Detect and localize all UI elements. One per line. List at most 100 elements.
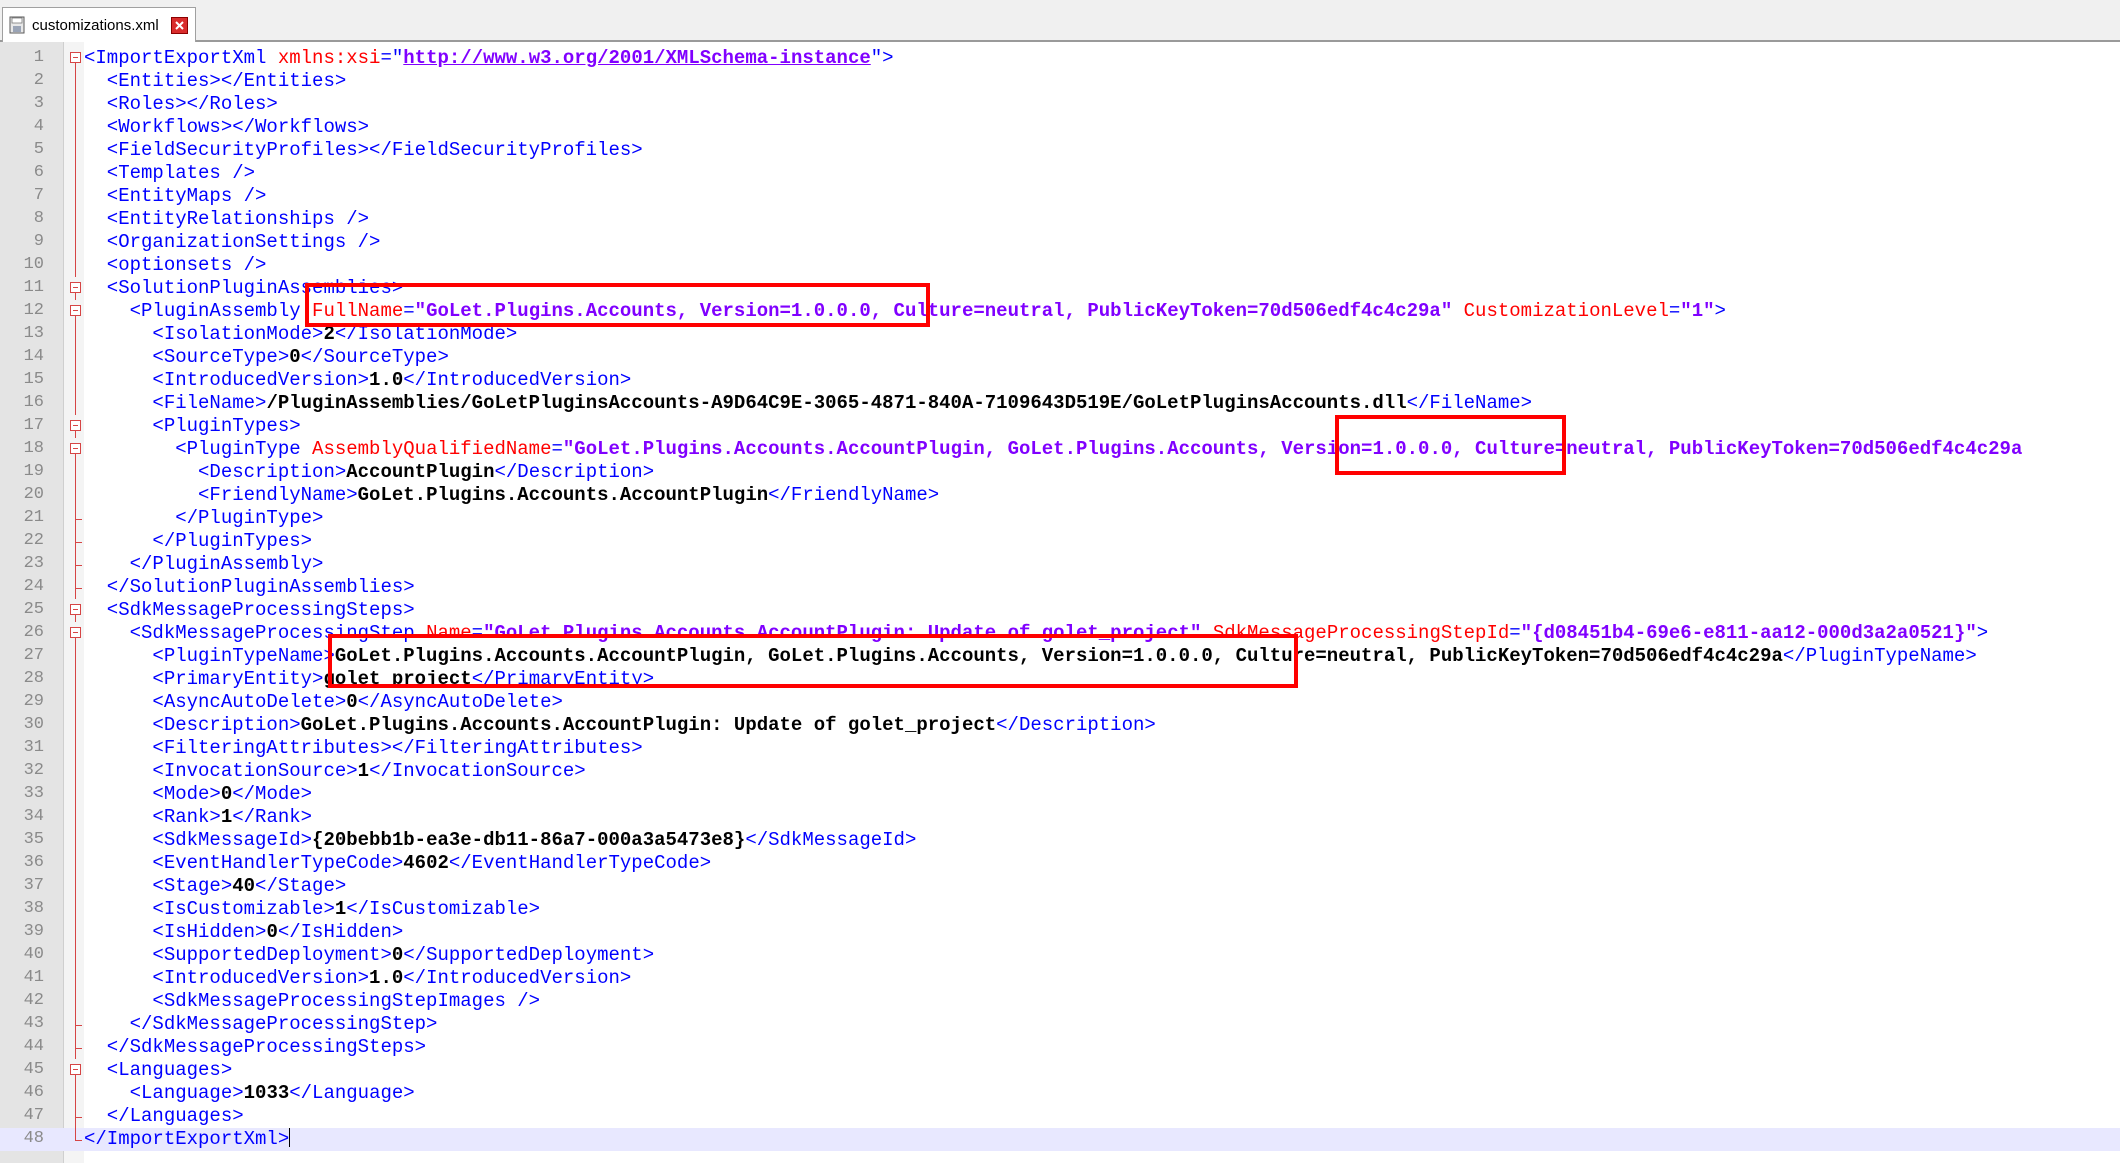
code-line[interactable]: 34 <Rank>1</Rank> xyxy=(0,806,2120,829)
code-line[interactable]: 25 <SdkMessageProcessingSteps> xyxy=(0,599,2120,622)
code-line[interactable]: 3 <Roles></Roles> xyxy=(0,93,2120,116)
code-token: </PluginTypeName> xyxy=(1782,645,1977,667)
code-token: </SupportedDeployment> xyxy=(403,944,655,966)
code-line[interactable]: 29 <AsyncAutoDelete>0</AsyncAutoDelete> xyxy=(0,691,2120,714)
code-editor[interactable]: 1 <ImportExportXml xmlns:xsi="http://www.… xyxy=(0,42,2120,1163)
fold-line-icon xyxy=(68,668,84,691)
code-line[interactable]: 33 <Mode>0</Mode> xyxy=(0,783,2120,806)
code-text: <SdkMessageProcessingSteps> xyxy=(84,599,415,622)
fold-toggle-icon[interactable] xyxy=(68,277,84,300)
code-line[interactable]: 11 <SolutionPluginAssemblies> xyxy=(0,277,2120,300)
code-token: {20bebb1b-ea3e-db11-86a7-000a3a5473e8} xyxy=(312,829,746,851)
code-line[interactable]: 13 <IsolationMode>2</IsolationMode> xyxy=(0,323,2120,346)
code-token: "GoLet.Plugins.Accounts, Version=1.0.0.0… xyxy=(414,300,1453,322)
code-token: 1 xyxy=(357,760,370,782)
code-line[interactable]: 21 </PluginType> xyxy=(0,507,2120,530)
code-line[interactable]: 45 <Languages> xyxy=(0,1059,2120,1082)
line-number: 11 xyxy=(23,278,44,297)
code-line[interactable]: 18 <PluginType AssemblyQualifiedName="Go… xyxy=(0,438,2120,461)
code-line[interactable]: 22 </PluginTypes> xyxy=(0,530,2120,553)
fold-toggle-icon[interactable] xyxy=(68,622,84,645)
save-file-icon xyxy=(9,16,25,34)
fold-toggle-icon[interactable] xyxy=(68,47,84,70)
line-number: 12 xyxy=(23,301,44,320)
line-number: 28 xyxy=(23,669,44,688)
fold-toggle-icon[interactable] xyxy=(68,438,84,461)
code-line[interactable]: 31 <FilteringAttributes></FilteringAttri… xyxy=(0,737,2120,760)
code-token: <Entities></Entities> xyxy=(84,70,347,92)
fold-toggle-icon[interactable] xyxy=(68,1059,84,1082)
code-line[interactable]: 48 </ImportExportXml> xyxy=(0,1128,2120,1151)
code-text: <Templates /> xyxy=(84,162,255,185)
code-line[interactable]: 43 </SdkMessageProcessingStep> xyxy=(0,1013,2120,1036)
code-line[interactable]: 14 <SourceType>0</SourceType> xyxy=(0,346,2120,369)
fold-line-icon xyxy=(68,392,84,415)
tab-title: customizations.xml xyxy=(32,16,159,34)
code-line[interactable]: 2 <Entities></Entities> xyxy=(0,70,2120,93)
code-line[interactable]: 30 <Description>GoLet.Plugins.Accounts.A… xyxy=(0,714,2120,737)
code-line[interactable]: 28 <PrimaryEntity>golet_project</Primary… xyxy=(0,668,2120,691)
fold-toggle-icon[interactable] xyxy=(68,599,84,622)
code-line[interactable]: 20 <FriendlyName>GoLet.Plugins.Accounts.… xyxy=(0,484,2120,507)
code-line[interactable]: 5 <FieldSecurityProfiles></FieldSecurity… xyxy=(0,139,2120,162)
code-token: 40 xyxy=(232,875,256,897)
line-number: 46 xyxy=(23,1083,44,1102)
code-line[interactable]: 7 <EntityMaps /> xyxy=(0,185,2120,208)
code-line[interactable]: 46 <Language>1033</Language> xyxy=(0,1082,2120,1105)
fold-line-icon xyxy=(68,208,84,231)
close-tab-icon[interactable] xyxy=(171,17,188,34)
code-line[interactable]: 37 <Stage>40</Stage> xyxy=(0,875,2120,898)
code-token: <Templates /> xyxy=(84,162,256,184)
code-token: 0 xyxy=(220,783,233,805)
code-text: </SolutionPluginAssemblies> xyxy=(84,576,415,599)
fold-line-icon xyxy=(68,760,84,783)
line-number: 10 xyxy=(23,255,44,274)
code-line[interactable]: 39 <IsHidden>0</IsHidden> xyxy=(0,921,2120,944)
code-token: http://www.w3.org/2001/XMLSchema-instanc… xyxy=(403,47,871,69)
code-line[interactable]: 1 <ImportExportXml xmlns:xsi="http://www.… xyxy=(0,47,2120,70)
code-line[interactable]: 24 </SolutionPluginAssemblies> xyxy=(0,576,2120,599)
code-line[interactable]: 6 <Templates /> xyxy=(0,162,2120,185)
file-tab[interactable]: customizations.xml xyxy=(2,7,196,42)
code-line[interactable]: 27 <PluginTypeName>GoLet.Plugins.Account… xyxy=(0,645,2120,668)
code-token: </SolutionPluginAssemblies> xyxy=(84,576,415,598)
code-text: <Rank>1</Rank> xyxy=(84,806,312,829)
code-token: </SdkMessageId> xyxy=(745,829,917,851)
code-line[interactable]: 36 <EventHandlerTypeCode>4602</EventHand… xyxy=(0,852,2120,875)
code-token: <optionsets /> xyxy=(84,254,267,276)
code-line[interactable]: 42 <SdkMessageProcessingStepImages /> xyxy=(0,990,2120,1013)
code-token: "> xyxy=(870,47,894,69)
code-token: <Description> xyxy=(84,714,301,736)
fold-toggle-icon[interactable] xyxy=(68,300,84,323)
code-line[interactable]: 47 </Languages> xyxy=(0,1105,2120,1128)
code-line[interactable]: 44 </SdkMessageProcessingSteps> xyxy=(0,1036,2120,1059)
line-number: 41 xyxy=(23,968,44,987)
code-line[interactable]: 15 <IntroducedVersion>1.0</IntroducedVer… xyxy=(0,369,2120,392)
code-line[interactable]: 4 <Workflows></Workflows> xyxy=(0,116,2120,139)
code-line[interactable]: 40 <SupportedDeployment>0</SupportedDepl… xyxy=(0,944,2120,967)
code-line[interactable]: 8 <EntityRelationships /> xyxy=(0,208,2120,231)
code-line[interactable]: 16 <FileName>/PluginAssemblies/GoLetPlug… xyxy=(0,392,2120,415)
line-number: 43 xyxy=(23,1014,44,1033)
fold-toggle-icon[interactable] xyxy=(68,415,84,438)
code-line[interactable]: 32 <InvocationSource>1</InvocationSource… xyxy=(0,760,2120,783)
code-token: GoLet.Plugins.Accounts.AccountPlugin, Go… xyxy=(334,645,1783,667)
code-token: <FieldSecurityProfiles></FieldSecurityPr… xyxy=(84,139,643,161)
line-number: 27 xyxy=(23,646,44,665)
line-number: 45 xyxy=(23,1060,44,1079)
code-line[interactable]: 12 <PluginAssembly FullName="GoLet.Plugi… xyxy=(0,300,2120,323)
code-line[interactable]: 26 <SdkMessageProcessingStep Name="GoLet… xyxy=(0,622,2120,645)
code-line[interactable]: 35 <SdkMessageId>{20bebb1b-ea3e-db11-86a… xyxy=(0,829,2120,852)
code-line[interactable]: 23 </PluginAssembly> xyxy=(0,553,2120,576)
code-line[interactable]: 19 <Description>AccountPlugin</Descripti… xyxy=(0,461,2120,484)
code-line[interactable]: 9 <OrganizationSettings /> xyxy=(0,231,2120,254)
code-lines: 1 <ImportExportXml xmlns:xsi="http://www.… xyxy=(0,47,2120,1151)
code-line[interactable]: 41 <IntroducedVersion>1.0</IntroducedVer… xyxy=(0,967,2120,990)
code-token: 1033 xyxy=(243,1082,290,1104)
code-line[interactable]: 38 <IsCustomizable>1</IsCustomizable> xyxy=(0,898,2120,921)
code-token: <AsyncAutoDelete> xyxy=(84,691,347,713)
code-line[interactable]: 17 <PluginTypes> xyxy=(0,415,2120,438)
code-token: "{d08451b4-69e6-e811-aa12-000d3a2a0521}" xyxy=(1520,622,1977,644)
code-token: </IntroducedVersion> xyxy=(403,369,632,391)
code-line[interactable]: 10 <optionsets /> xyxy=(0,254,2120,277)
